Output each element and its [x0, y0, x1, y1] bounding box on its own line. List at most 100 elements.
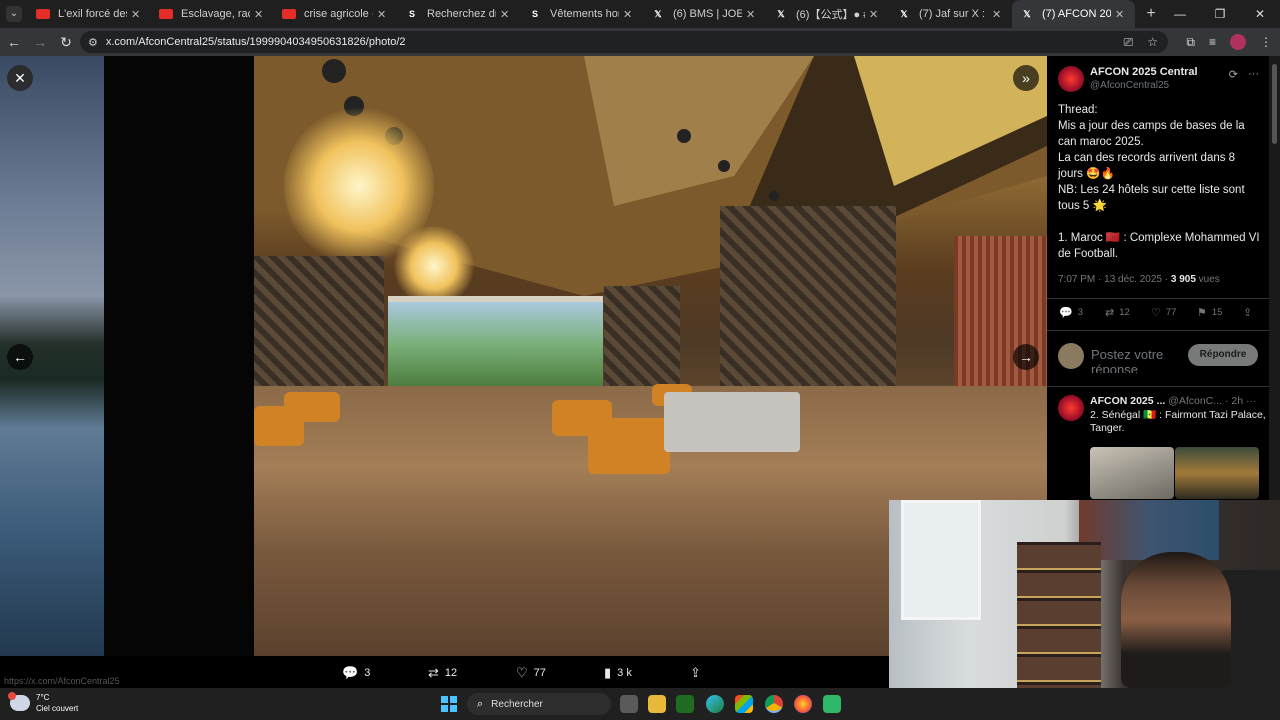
browser-tab[interactable]: S Vêtements homme & ✕: [520, 0, 643, 28]
browser-tab[interactable]: 𝕏 (6)【公式】● #ボツ b ✕: [766, 0, 889, 28]
taskbar-search-label: Rechercher: [491, 698, 543, 710]
tab-close-icon[interactable]: ✕: [623, 8, 635, 21]
reply-author-avatar[interactable]: [1058, 395, 1084, 421]
reply-submit-button[interactable]: Répondre: [1188, 344, 1258, 366]
share-action[interactable]: ⇪: [690, 665, 701, 681]
tab-close-icon[interactable]: ✕: [500, 8, 512, 21]
patterned-pillar: [604, 286, 680, 396]
menu-kebab-icon[interactable]: ⋮: [1260, 35, 1272, 49]
bookmark-button[interactable]: ⚑ 15: [1197, 306, 1222, 319]
like-action[interactable]: ♡ 77: [516, 665, 546, 681]
previous-photo-arrow-icon[interactable]: ←: [7, 344, 33, 370]
reply-header: AFCON 2025 ... @AfconC... · 2h ···: [1090, 395, 1265, 407]
address-bar[interactable]: ⚙ x.com/AfconCentral25/status/1999904034…: [80, 31, 1168, 53]
scrollbar-thumb[interactable]: [1272, 64, 1277, 144]
author-handle[interactable]: @AfconCentral25: [1090, 80, 1198, 91]
firefox-browser-icon[interactable]: [794, 695, 812, 713]
reply-more-icon[interactable]: ···: [1246, 395, 1257, 407]
grok-icon[interactable]: ⟳: [1229, 68, 1238, 81]
reply-author-handle[interactable]: @AfconC...: [1168, 395, 1222, 407]
reply-image[interactable]: [1090, 447, 1174, 499]
tab-title: L'exil forcé des Algé: [58, 8, 127, 20]
x-icon: 𝕏: [777, 9, 785, 19]
back-arrow-icon[interactable]: ←: [2, 34, 26, 50]
share-button[interactable]: ⇪: [1243, 306, 1252, 319]
tab-title: (6) BMS | JOEL THE D: [673, 8, 742, 20]
orange-armchair: [588, 418, 670, 474]
tab-close-icon[interactable]: ✕: [869, 8, 881, 21]
windows-start-icon[interactable]: [441, 696, 457, 712]
address-url[interactable]: x.com/AfconCentral25/status/199990403495…: [106, 36, 406, 48]
user-avatar[interactable]: [1058, 343, 1084, 369]
share-icon: ⇪: [690, 665, 701, 680]
tweet-author[interactable]: AFCON 2025 Central @AfconCentral25: [1058, 66, 1198, 92]
extensions-icon[interactable]: ⧉: [1186, 35, 1195, 50]
tab-close-icon[interactable]: ✕: [992, 8, 1004, 21]
browser-tab[interactable]: L'exil forcé des Algé ✕: [28, 0, 151, 28]
close-viewer-icon[interactable]: ✕: [7, 65, 33, 91]
browser-tab-strip: ⌄ L'exil forcé des Algé ✕ Esclavage, raci…: [0, 0, 1280, 28]
tab-close-icon[interactable]: ✕: [1115, 8, 1127, 21]
x-icon: 𝕏: [1023, 9, 1031, 19]
tweet-time[interactable]: 7:07 PM · 13 déc. 2025 ·: [1058, 274, 1168, 285]
status-bar-url: https://x.com/AfconCentral25: [4, 676, 120, 686]
nvidia-icon[interactable]: [676, 695, 694, 713]
messaging-app-icon[interactable]: [823, 695, 841, 713]
weather-condition: Ciel couvert: [36, 704, 79, 713]
tab-close-icon[interactable]: ✕: [254, 8, 266, 21]
browser-tab[interactable]: Esclavage, racisme, w ✕: [151, 0, 274, 28]
like-button[interactable]: ♡ 77: [1151, 306, 1176, 319]
author-avatar[interactable]: [1058, 66, 1084, 92]
author-name[interactable]: AFCON 2025 Central: [1090, 66, 1198, 78]
reply-button[interactable]: 💬 3: [1059, 306, 1083, 319]
repost-action[interactable]: ⇄ 12: [428, 665, 457, 681]
weather-widget[interactable]: 7°C Ciel couvert: [8, 692, 79, 714]
browser-tab[interactable]: S Recherchez dragon b ✕: [397, 0, 520, 28]
dimmed-background: [104, 56, 254, 656]
reply-input[interactable]: Postez votre réponse: [1091, 347, 1181, 373]
tab-search-icon[interactable]: ⌄: [6, 6, 22, 22]
reload-icon[interactable]: ↻: [54, 34, 78, 51]
reply-text: 2. Sénégal 🇸🇳 : Fairmont Tazi Palace, Ta…: [1090, 409, 1266, 434]
search-icon: ⌕: [477, 697, 484, 710]
reply-time[interactable]: · 2h: [1225, 395, 1243, 407]
youtube-icon: [36, 9, 50, 19]
edge-browser-icon[interactable]: [706, 695, 724, 713]
divider: [1047, 298, 1269, 299]
file-explorer-icon[interactable]: [648, 695, 666, 713]
collapse-panel-icon[interactable]: »: [1013, 65, 1039, 91]
more-options-icon[interactable]: ···: [1248, 68, 1259, 81]
microsoft-store-icon[interactable]: [735, 695, 753, 713]
browser-tab[interactable]: 𝕏 (7) Jaf sur X : "● MA ✕: [889, 0, 1012, 28]
reply-image[interactable]: [1175, 447, 1259, 499]
divider: [1047, 330, 1269, 331]
tab-close-icon[interactable]: ✕: [377, 8, 389, 21]
glass-window-wall: [388, 296, 603, 386]
taskbar-search[interactable]: ⌕ Rechercher: [467, 693, 611, 715]
tab-close-icon[interactable]: ✕: [131, 8, 143, 21]
tab-close-icon[interactable]: ✕: [746, 8, 758, 21]
minimize-icon[interactable]: —: [1160, 0, 1200, 28]
site-info-icon[interactable]: ⚙: [88, 36, 98, 49]
forward-arrow-icon[interactable]: →: [28, 34, 52, 50]
reply-author-name[interactable]: AFCON 2025 ...: [1090, 395, 1165, 407]
browser-tab[interactable]: 𝕏 (6) BMS | JOEL THE D ✕: [643, 0, 766, 28]
reply-action[interactable]: 💬 3: [342, 665, 370, 681]
bookmark-star-icon[interactable]: ☆: [1147, 35, 1158, 49]
profile-avatar-icon[interactable]: [1230, 34, 1246, 50]
browser-tab[interactable]: crise agricole - YouTu ✕: [274, 0, 397, 28]
next-photo-arrow-icon[interactable]: →: [1013, 344, 1039, 370]
install-app-icon[interactable]: ⎚: [1124, 35, 1134, 50]
task-view-icon[interactable]: [620, 695, 638, 713]
bar-chart-icon: ▮: [604, 665, 612, 680]
s-icon: S: [531, 9, 538, 19]
like-count: 77: [533, 667, 546, 679]
views-action[interactable]: ▮ 3 k: [604, 665, 632, 681]
youtube-icon: [159, 9, 173, 19]
chrome-browser-icon[interactable]: [765, 695, 783, 713]
browser-tab-active[interactable]: 𝕏 (7) AFCON 2025 Cent ✕: [1012, 0, 1135, 28]
reading-list-icon[interactable]: ≡: [1209, 35, 1216, 49]
restore-icon[interactable]: ❐: [1200, 0, 1240, 28]
close-window-icon[interactable]: ✕: [1240, 0, 1280, 28]
repost-button[interactable]: ⇄ 12: [1105, 306, 1130, 319]
